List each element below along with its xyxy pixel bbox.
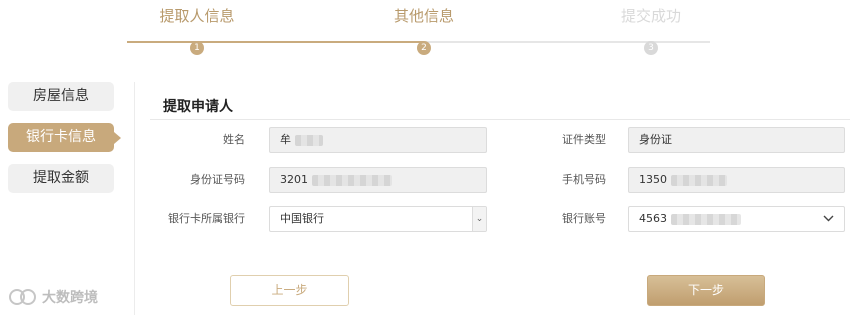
step-2-number-text: 2 (421, 43, 427, 53)
step-1-number-text: 1 (194, 43, 200, 53)
account-field[interactable]: 4563 (628, 206, 845, 232)
section-divider (150, 119, 850, 120)
id-type-label: 证件类型 (562, 133, 606, 146)
sidebar: 房屋信息 银行卡信息 提取金额 (8, 82, 121, 205)
chevron-down-icon-glyph (823, 215, 833, 222)
account-label: 银行账号 (562, 212, 606, 225)
watermark: 大数跨境 (8, 286, 98, 308)
id-number-field[interactable]: 3201 (269, 167, 487, 193)
step-progress-line-pending (424, 41, 710, 43)
id-number-label: 身份证号码 (190, 173, 245, 186)
name-value: 牟 (280, 133, 291, 146)
redaction-blur (670, 213, 741, 225)
step-2-number: 2 (417, 41, 431, 55)
bank-select-value: 中国银行 (280, 212, 324, 225)
sidebar-divider (134, 82, 135, 315)
step-progress-line-complete (127, 41, 424, 43)
name-field[interactable]: 牟 (269, 127, 487, 153)
watermark-logo-icon (9, 289, 36, 305)
account-value: 4563 (639, 212, 667, 225)
step-2-label: 其他信息 (393, 7, 454, 25)
phone-label: 手机号码 (562, 173, 606, 186)
step-1-label: 提取人信息 (159, 7, 235, 25)
step-indicator: 提取人信息 1 其他信息 2 提交成功 3 (0, 0, 865, 56)
step-1-number: 1 (190, 41, 204, 55)
name-label: 姓名 (223, 133, 245, 146)
bank-label: 银行卡所属银行 (168, 212, 245, 225)
sidebar-item-bank-card-info[interactable]: 银行卡信息 (8, 123, 121, 152)
sidebar-item-withdraw-amount[interactable]: 提取金额 (8, 164, 114, 193)
redaction-blur (670, 174, 727, 186)
phone-field[interactable]: 1350 (628, 167, 845, 193)
redaction-blur (294, 134, 323, 146)
id-type-field[interactable]: 身份证 (628, 127, 845, 153)
section-title: 提取申请人 (163, 99, 233, 115)
id-number-value: 3201 (280, 173, 308, 186)
watermark-text: 大数跨境 (42, 290, 98, 306)
step-1: 提取人信息 1 (137, 6, 257, 55)
bank-select[interactable]: 中国银行 ⌄ (269, 206, 487, 232)
step-3-label: 提交成功 (620, 7, 681, 25)
previous-step-button[interactable]: 上一步 (230, 275, 349, 306)
next-step-button[interactable]: 下一步 (647, 275, 765, 306)
step-2: 其他信息 2 (364, 6, 484, 55)
step-3-number: 3 (644, 41, 658, 55)
step-3-number-text: 3 (648, 43, 654, 53)
step-3: 提交成功 3 (591, 6, 711, 55)
id-type-value: 身份证 (639, 133, 672, 146)
sidebar-item-house-info[interactable]: 房屋信息 (8, 82, 114, 111)
phone-value: 1350 (639, 173, 667, 186)
chevron-down-icon[interactable] (812, 207, 844, 231)
redaction-blur (311, 174, 392, 186)
